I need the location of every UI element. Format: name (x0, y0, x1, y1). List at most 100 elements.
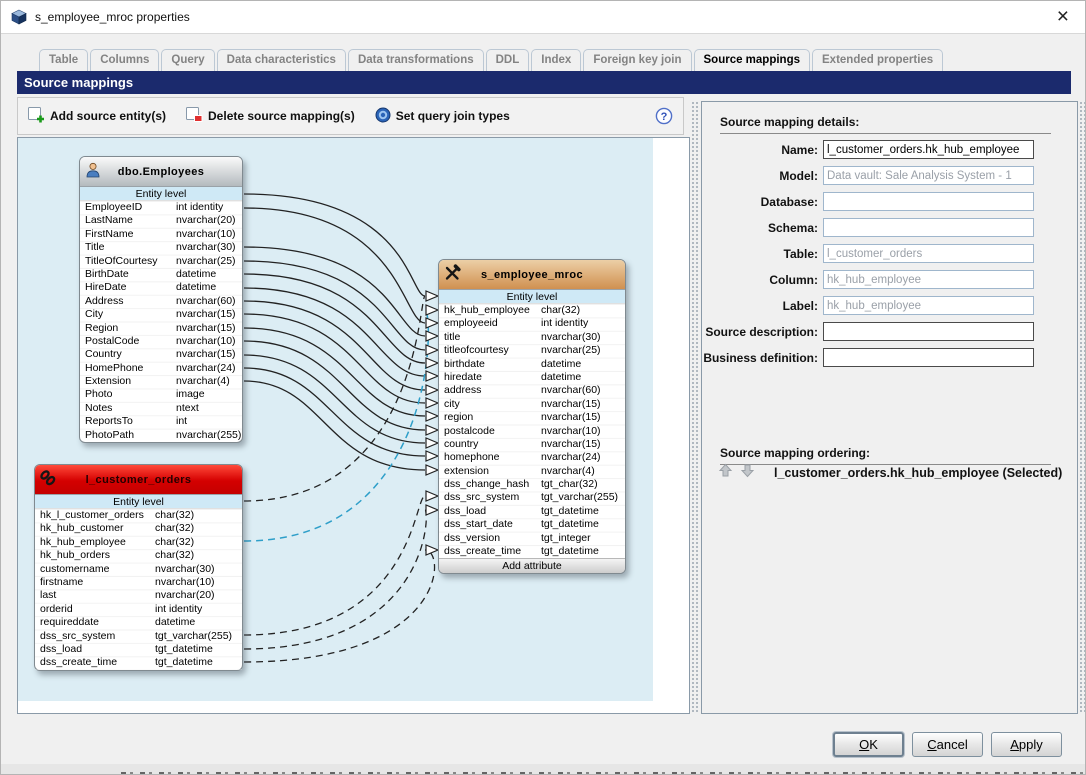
entity-header[interactable]: l_customer_orders (35, 465, 242, 495)
source-description-input[interactable] (823, 322, 1034, 341)
attribute-row[interactable]: dss_src_system tgt_varchar(255) (35, 630, 242, 643)
title-bar: s_employee_mroc properties × (1, 1, 1085, 34)
entity-level-row[interactable]: Entity level (80, 187, 242, 201)
attribute-row[interactable]: BirthDate datetime (80, 268, 242, 281)
panel-splitter[interactable] (691, 101, 699, 714)
attribute-row[interactable]: dss_load tgt_datetime (35, 643, 242, 656)
attribute-row[interactable]: Photo image (80, 388, 242, 401)
delete-source-mapping-button[interactable]: Delete source mapping(s) (186, 106, 355, 126)
attribute-row[interactable]: PhotoPath nvarchar(255) (80, 429, 242, 442)
database-input[interactable] (823, 192, 1034, 211)
table-input[interactable] (823, 244, 1034, 263)
attribute-row[interactable]: FirstName nvarchar(10) (80, 228, 242, 241)
attribute-row[interactable]: firstname nvarchar(10) (35, 576, 242, 589)
attribute-row[interactable]: Title nvarchar(30) (80, 241, 242, 254)
tab-query[interactable]: Query (161, 49, 214, 71)
entity-level-row[interactable]: Entity level (35, 495, 242, 509)
attribute-name: dss_create_time (35, 656, 155, 669)
attribute-row[interactable]: dss_load tgt_datetime (439, 505, 625, 518)
tab-index[interactable]: Index (531, 49, 581, 71)
attribute-row[interactable]: Notes ntext (80, 402, 242, 415)
add-attribute-button[interactable]: Add attribute (439, 558, 625, 573)
attribute-row[interactable]: country nvarchar(15) (439, 438, 625, 451)
tab-columns[interactable]: Columns (90, 49, 159, 71)
name-input[interactable] (823, 140, 1034, 159)
schema-input[interactable] (823, 218, 1034, 237)
set-query-join-types-button[interactable]: Set query join types (375, 107, 510, 126)
attribute-type: nvarchar(15) (176, 348, 242, 361)
tab-ddl[interactable]: DDL (486, 49, 530, 71)
entity-header[interactable]: s_employee_mroc (439, 260, 625, 290)
attribute-row[interactable]: ReportsTo int (80, 415, 242, 428)
attribute-row[interactable]: last nvarchar(20) (35, 589, 242, 602)
attribute-row[interactable]: customername nvarchar(30) (35, 563, 242, 576)
attribute-row[interactable]: LastName nvarchar(20) (80, 214, 242, 227)
tab-source-mappings[interactable]: Source mappings (694, 49, 811, 71)
attribute-row[interactable]: HomePhone nvarchar(24) (80, 362, 242, 375)
attribute-row[interactable]: Country nvarchar(15) (80, 348, 242, 361)
tab-extended-properties[interactable]: Extended properties (812, 49, 943, 71)
attribute-row[interactable]: hk_hub_customer char(32) (35, 522, 242, 535)
attribute-row[interactable]: EmployeeID int identity (80, 201, 242, 214)
close-icon[interactable]: × (1051, 7, 1075, 27)
attribute-row[interactable]: homephone nvarchar(24) (439, 451, 625, 464)
entity-dbo-employees[interactable]: dbo.Employees Entity level EmployeeID in… (79, 156, 243, 443)
attribute-row[interactable]: City nvarchar(15) (80, 308, 242, 321)
entity-level-row[interactable]: Entity level (439, 290, 625, 304)
attribute-row[interactable]: hiredate datetime (439, 371, 625, 384)
move-up-icon[interactable] (718, 463, 733, 483)
ok-button[interactable]: OK (833, 732, 904, 757)
move-down-icon[interactable] (740, 463, 755, 483)
attribute-name: TitleOfCourtesy (80, 255, 176, 268)
attribute-row[interactable]: dss_src_system tgt_varchar(255) (439, 491, 625, 504)
attribute-row[interactable]: dss_create_time tgt_datetime (439, 545, 625, 558)
attribute-row[interactable]: dss_create_time tgt_datetime (35, 656, 242, 669)
column-input[interactable] (823, 270, 1034, 289)
attribute-row[interactable]: TitleOfCourtesy nvarchar(25) (80, 255, 242, 268)
attribute-row[interactable]: requireddate datetime (35, 616, 242, 629)
add-source-entity-button[interactable]: Add source entity(s) (28, 106, 166, 126)
model-label: Model: (702, 169, 818, 183)
attribute-row[interactable]: hk_hub_employee char(32) (439, 304, 625, 317)
ordering-item[interactable]: l_customer_orders.hk_hub_employee (Selec… (774, 466, 1062, 480)
attribute-row[interactable]: dss_start_date tgt_datetime (439, 518, 625, 531)
attribute-row[interactable]: city nvarchar(15) (439, 398, 625, 411)
attribute-row[interactable]: dss_change_hash tgt_char(32) (439, 478, 625, 491)
attribute-row[interactable]: PostalCode nvarchar(10) (80, 335, 242, 348)
label-input[interactable] (823, 296, 1034, 315)
attribute-row[interactable]: Extension nvarchar(4) (80, 375, 242, 388)
tab-foreign-key-join[interactable]: Foreign key join (583, 49, 691, 71)
entity-l-customer-orders[interactable]: l_customer_orders Entity level hk_l_cust… (34, 464, 243, 671)
entity-header[interactable]: dbo.Employees (80, 157, 242, 187)
attribute-type: nvarchar(20) (155, 589, 242, 602)
entity-s-employee-mroc[interactable]: s_employee_mroc Entity level hk_hub_empl… (438, 259, 626, 574)
right-scroll-strip[interactable] (1079, 101, 1086, 714)
attribute-row[interactable]: extension nvarchar(4) (439, 465, 625, 478)
attribute-row[interactable]: titleofcourtesy nvarchar(25) (439, 344, 625, 357)
attribute-row[interactable]: postalcode nvarchar(10) (439, 425, 625, 438)
cancel-button[interactable]: Cancel (912, 732, 983, 757)
model-input[interactable] (823, 166, 1034, 185)
attribute-row[interactable]: title nvarchar(30) (439, 331, 625, 344)
background-window-sliver (1, 764, 1085, 775)
attribute-row[interactable]: birthdate datetime (439, 358, 625, 371)
attribute-row[interactable]: hk_hub_employee char(32) (35, 536, 242, 549)
attribute-row[interactable]: employeeid int identity (439, 317, 625, 330)
business-definition-input[interactable] (823, 348, 1034, 367)
attribute-name: dss_load (439, 505, 541, 518)
attribute-row[interactable]: address nvarchar(60) (439, 384, 625, 397)
attribute-row[interactable]: Region nvarchar(15) (80, 322, 242, 335)
tab-data-characteristics[interactable]: Data characteristics (217, 49, 346, 71)
attribute-row[interactable]: hk_l_customer_orders char(32) (35, 509, 242, 522)
attribute-row[interactable]: Address nvarchar(60) (80, 295, 242, 308)
attribute-row[interactable]: region nvarchar(15) (439, 411, 625, 424)
tab-table[interactable]: Table (39, 49, 88, 71)
apply-button[interactable]: Apply (991, 732, 1062, 757)
help-icon[interactable]: ? (655, 107, 673, 125)
attribute-name: hk_hub_customer (35, 522, 155, 535)
tab-data-transformations[interactable]: Data transformations (348, 49, 484, 71)
attribute-row[interactable]: hk_hub_orders char(32) (35, 549, 242, 562)
attribute-row[interactable]: dss_version tgt_integer (439, 532, 625, 545)
attribute-row[interactable]: HireDate datetime (80, 281, 242, 294)
attribute-row[interactable]: orderid int identity (35, 603, 242, 616)
